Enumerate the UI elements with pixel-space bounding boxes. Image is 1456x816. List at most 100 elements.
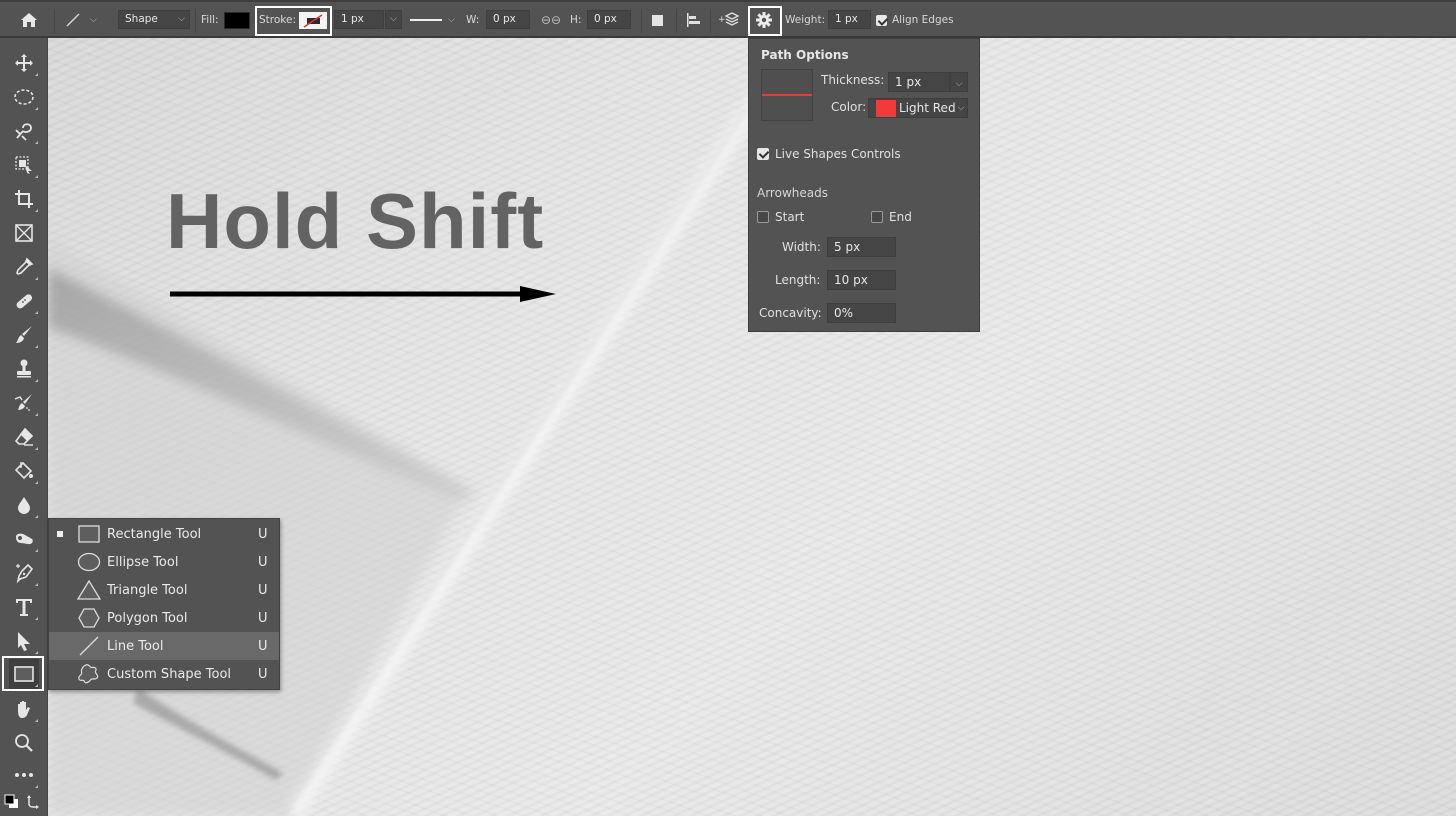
thickness-row: Thickness: (821, 73, 884, 87)
settings-button[interactable] (755, 10, 773, 30)
flyout-item-triangle[interactable]: Triangle Tool U (49, 576, 279, 604)
live-shapes-label: Live Shapes Controls (775, 147, 901, 161)
eyedropper-icon (16, 257, 34, 275)
path-selection-tool[interactable] (9, 626, 39, 656)
default-colors-button[interactable] (4, 794, 20, 813)
divider (641, 9, 642, 33)
svg-text:+: + (718, 15, 726, 25)
hand-tool[interactable] (9, 694, 39, 724)
fill-label: Fill: (201, 14, 219, 26)
flyout-item-line[interactable]: Line Tool U (49, 632, 279, 660)
flyout-item-rectangle[interactable]: Rectangle Tool U (49, 520, 279, 548)
weight-input[interactable]: 1 px (828, 10, 871, 29)
chevron-down-icon: ⌵ (90, 15, 97, 25)
move-icon (15, 54, 33, 72)
checkbox-checked-icon (876, 14, 887, 26)
healing-brush-tool[interactable] (9, 286, 39, 316)
rectangle-tool[interactable] (9, 659, 39, 689)
eraser-tool[interactable] (9, 422, 39, 452)
gear-icon (756, 12, 772, 28)
hand-icon (18, 701, 30, 718)
pen-tool[interactable] (9, 558, 39, 588)
move-tool[interactable] (9, 48, 39, 78)
current-tool-indicator (57, 531, 63, 537)
flyout-item-custom-shape[interactable]: Custom Shape Tool U (49, 660, 279, 688)
object-selection-frame-tool[interactable] (9, 150, 39, 180)
live-shapes-checkbox[interactable]: Live Shapes Controls (757, 147, 901, 161)
color-select[interactable]: Light Red ⌵ (868, 98, 968, 118)
align-edges-label: Align Edges (892, 14, 954, 26)
clone-stamp-tool[interactable] (9, 354, 39, 384)
swap-colors-button[interactable] (26, 794, 42, 813)
brush-tool[interactable] (9, 320, 39, 350)
height-label: H: (570, 14, 582, 26)
flyout-item-shortcut: U (258, 610, 268, 626)
elliptical-marquee-icon (14, 89, 34, 105)
type-tool[interactable] (9, 592, 39, 622)
path-operations-button[interactable] (652, 10, 670, 30)
stroke-width-input[interactable]: 1 px (334, 10, 384, 29)
path-options-title: Path Options (761, 48, 849, 62)
rectangle-icon (77, 522, 101, 546)
thickness-input[interactable]: 1 px (888, 72, 950, 92)
path-alignment-button[interactable] (686, 10, 702, 30)
preview-line (762, 94, 812, 96)
arrow-width-input[interactable]: 5 px (827, 237, 896, 257)
blur-tool[interactable] (9, 490, 39, 520)
tool-preset-picker[interactable]: ⌵ (64, 10, 97, 30)
home-button[interactable] (20, 10, 38, 30)
align-edges-checkbox[interactable]: Align Edges (876, 10, 954, 30)
zoom-tool[interactable] (9, 728, 39, 758)
eyedropper-tool[interactable] (9, 252, 39, 282)
mode-select-value: Shape (125, 13, 158, 25)
width-label: W: (466, 14, 480, 26)
color-swatch (876, 99, 896, 117)
flyout-item-label: Rectangle Tool (107, 526, 202, 542)
divider (676, 9, 677, 33)
stroke-swatch[interactable] (299, 12, 327, 29)
height-input[interactable]: 0 px (587, 10, 631, 29)
flyout-item-polygon[interactable]: Polygon Tool U (49, 604, 279, 632)
divider (195, 9, 196, 33)
start-label: Start (775, 210, 805, 224)
thickness-dropdown[interactable]: ⌵ (950, 72, 968, 92)
custom-shape-icon (77, 662, 101, 686)
width-input[interactable]: 0 px (486, 10, 530, 29)
elliptical-marquee-tool[interactable] (9, 82, 39, 112)
dodge-tool[interactable] (9, 524, 39, 554)
edit-toolbar-button[interactable] (9, 760, 39, 790)
concavity-input[interactable]: 0% (827, 303, 896, 323)
stroke-width-dropdown[interactable]: ⌵ (385, 10, 402, 29)
path-arrangement-button[interactable]: + (718, 10, 740, 30)
stroke-preview (761, 69, 813, 121)
crop-tool[interactable] (9, 184, 39, 214)
flyout-item-label: Triangle Tool (107, 582, 188, 598)
options-bar: ⌵ Shape ⌵ Fill: Stroke: 1 px ⌵ ⌵ W: 0 px… (0, 0, 1456, 38)
concavity-label: Concavity: (759, 306, 822, 320)
rectangle-icon (14, 666, 34, 682)
arrow-length-input[interactable]: 10 px (827, 270, 896, 290)
thickness-label: Thickness: (821, 73, 885, 87)
chevron-down-icon: ⌵ (448, 15, 455, 25)
flyout-item-shortcut: U (258, 666, 268, 682)
arrow-length-label: Length: (775, 273, 821, 287)
link-icon[interactable]: ⊖⊖ (541, 10, 561, 30)
stroke-style-select[interactable]: ⌵ (410, 10, 458, 30)
flyout-item-ellipse[interactable]: Ellipse Tool U (49, 548, 279, 576)
frame-tool[interactable] (9, 218, 39, 248)
flyout-item-label: Line Tool (107, 638, 164, 654)
lasso-icon (15, 123, 32, 141)
crop-icon (15, 190, 33, 208)
paint-bucket-tool[interactable] (9, 456, 39, 486)
ellipse-icon (77, 550, 101, 574)
history-brush-tool[interactable] (9, 388, 39, 418)
end-checkbox[interactable]: End (871, 210, 912, 224)
object-selection-tool[interactable] (9, 116, 39, 146)
start-checkbox[interactable]: Start (757, 210, 804, 224)
chevron-down-icon: ⌵ (957, 103, 965, 113)
fill-swatch[interactable] (224, 12, 250, 29)
stroke-color-icon (303, 13, 323, 28)
mode-select[interactable]: Shape ⌵ (118, 10, 190, 29)
checkbox-unchecked-icon (757, 211, 769, 223)
end-label: End (889, 210, 912, 224)
